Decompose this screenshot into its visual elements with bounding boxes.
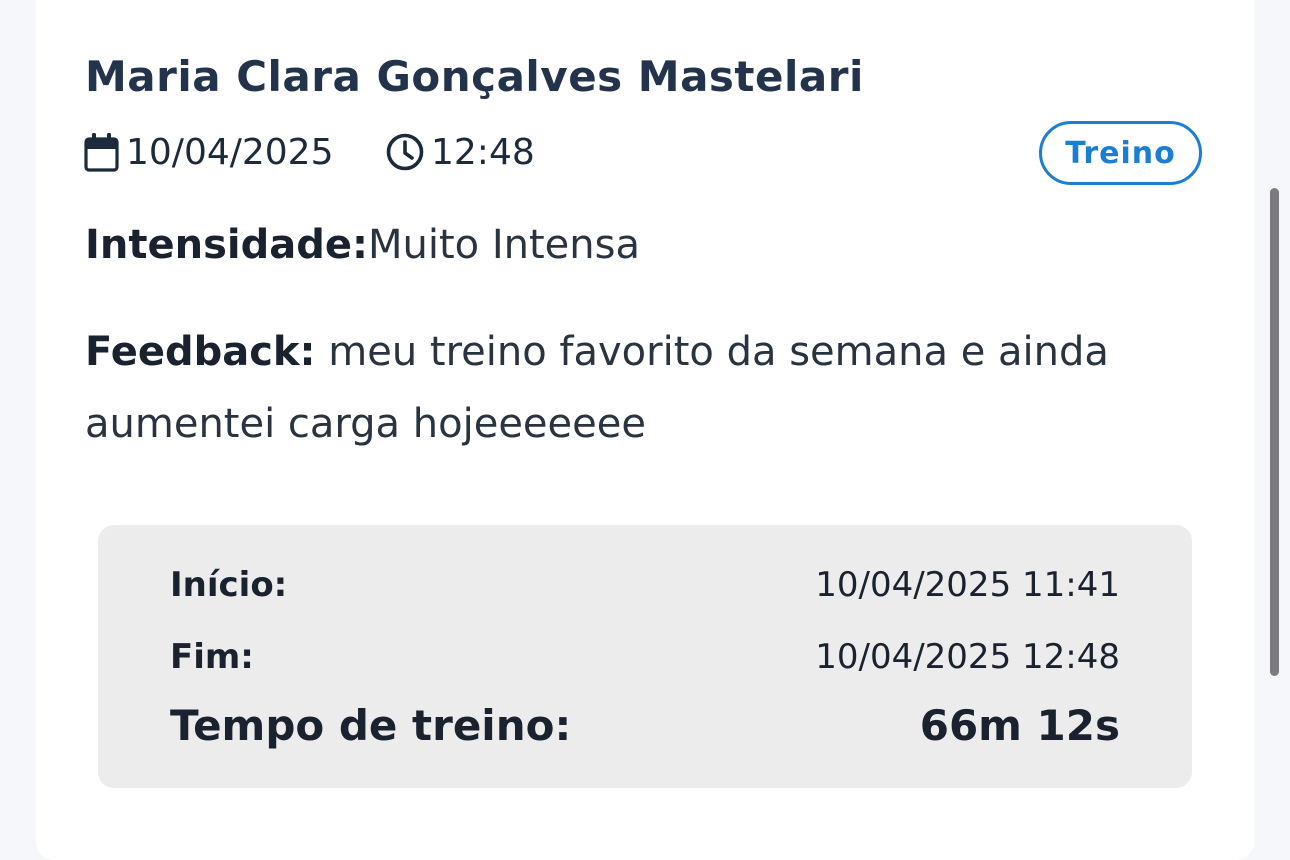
end-label: Fim: [170, 637, 254, 677]
calendar-icon [84, 132, 120, 172]
scrollbar-thumb[interactable] [1270, 188, 1279, 676]
intensity-label: Intensidade: [85, 222, 368, 268]
start-label: Início: [170, 565, 288, 605]
duration-row: Tempo de treino: 66m 12s [170, 701, 1120, 750]
intensity-row: Intensidade:Muito Intensa [85, 222, 640, 268]
duration-value: 66m 12s [919, 701, 1120, 750]
end-row: Fim: 10/04/2025 12:48 [170, 637, 1120, 677]
entry-time-text: 12:48 [431, 131, 535, 173]
start-row: Início: 10/04/2025 11:41 [170, 565, 1120, 605]
end-value: 10/04/2025 12:48 [815, 637, 1120, 677]
duration-label: Tempo de treino: [170, 701, 572, 750]
clock-icon [385, 132, 425, 172]
training-summary-box: Início: 10/04/2025 11:41 Fim: 10/04/2025… [98, 525, 1192, 788]
athlete-name: Maria Clara Gonçalves Mastelari [85, 52, 864, 101]
entry-date: 10/04/2025 [84, 130, 334, 174]
feedback-row: Feedback: meu treino favorito da semana … [85, 316, 1185, 460]
start-value: 10/04/2025 11:41 [815, 565, 1120, 605]
feedback-label: Feedback: [85, 329, 316, 375]
entry-date-text: 10/04/2025 [126, 131, 334, 173]
entry-time: 12:48 [385, 130, 535, 174]
type-badge: Treino [1039, 121, 1202, 185]
intensity-value: Muito Intensa [368, 222, 640, 268]
